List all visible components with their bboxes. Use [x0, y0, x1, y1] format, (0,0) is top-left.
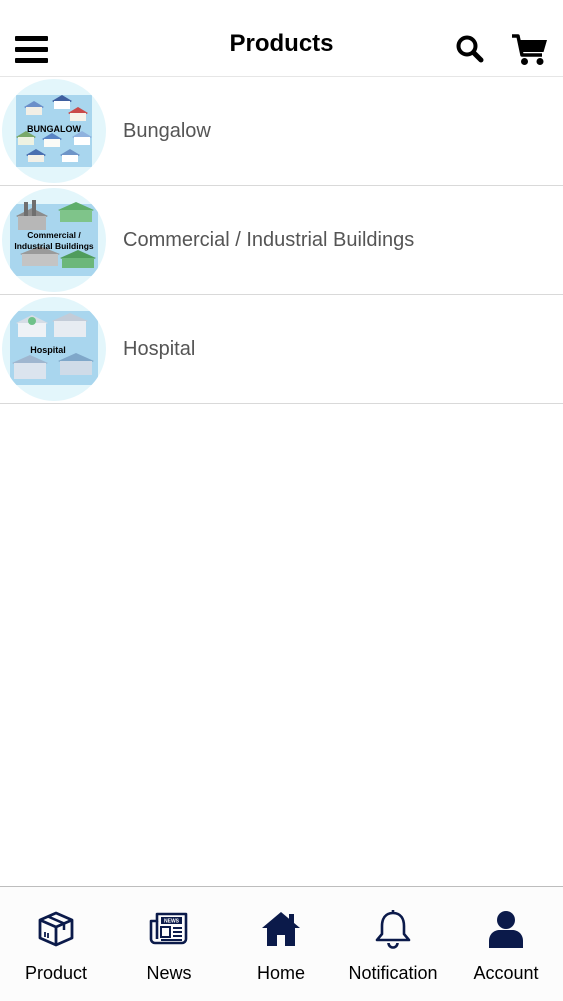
home-icon [262, 912, 300, 946]
tab-product[interactable]: Product [0, 887, 112, 1001]
commercial-industrial-thumbnail: Commercial / Industrial Buildings [2, 188, 106, 292]
bell-icon [375, 910, 411, 949]
search-icon[interactable] [455, 34, 485, 64]
product-row-commercial[interactable]: Commercial / Industrial Buildings Commer… [0, 186, 563, 295]
svg-text:NEWS: NEWS [164, 919, 180, 925]
tab-label: Notification [348, 963, 438, 983]
bungalow-thumbnail: BUNGALOW [2, 79, 106, 183]
user-icon [489, 911, 523, 948]
tab-label: News [146, 963, 192, 983]
product-row-bungalow[interactable]: BUNGALOW Bungalow [0, 77, 563, 186]
tab-home[interactable]: Home [225, 887, 337, 1001]
hospital-thumbnail: Hospital [2, 297, 106, 401]
tab-label: Account [473, 963, 539, 983]
product-label: Hospital [123, 338, 196, 360]
commercial-thumb-text-line-2: Industrial Buildings [14, 241, 94, 251]
bungalow-thumb-text: BUNGALOW [27, 124, 81, 134]
tab-news[interactable]: NEWS News [113, 887, 225, 1001]
package-box-icon [38, 911, 74, 947]
product-label: Commercial / Industrial Buildings [123, 229, 415, 251]
commercial-thumb-text-line-1: Commercial / [27, 230, 81, 240]
newspaper-icon: NEWS [149, 912, 188, 945]
product-list: BUNGALOW Bungalow Commercial / Industria… [0, 77, 563, 404]
product-label: Bungalow [123, 120, 211, 142]
tab-label: Home [256, 963, 305, 983]
bottom-tab-bar: Product NEWS News Home Notification Acco… [0, 886, 563, 1001]
tab-account[interactable]: Account [450, 887, 562, 1001]
shopping-cart-icon[interactable] [511, 33, 549, 67]
tab-notification[interactable]: Notification [337, 887, 449, 1001]
tab-label: Product [24, 963, 88, 983]
hospital-thumb-text: Hospital [30, 345, 66, 355]
product-row-hospital[interactable]: Hospital Hospital [0, 295, 563, 404]
top-app-bar: Products [0, 0, 563, 77]
